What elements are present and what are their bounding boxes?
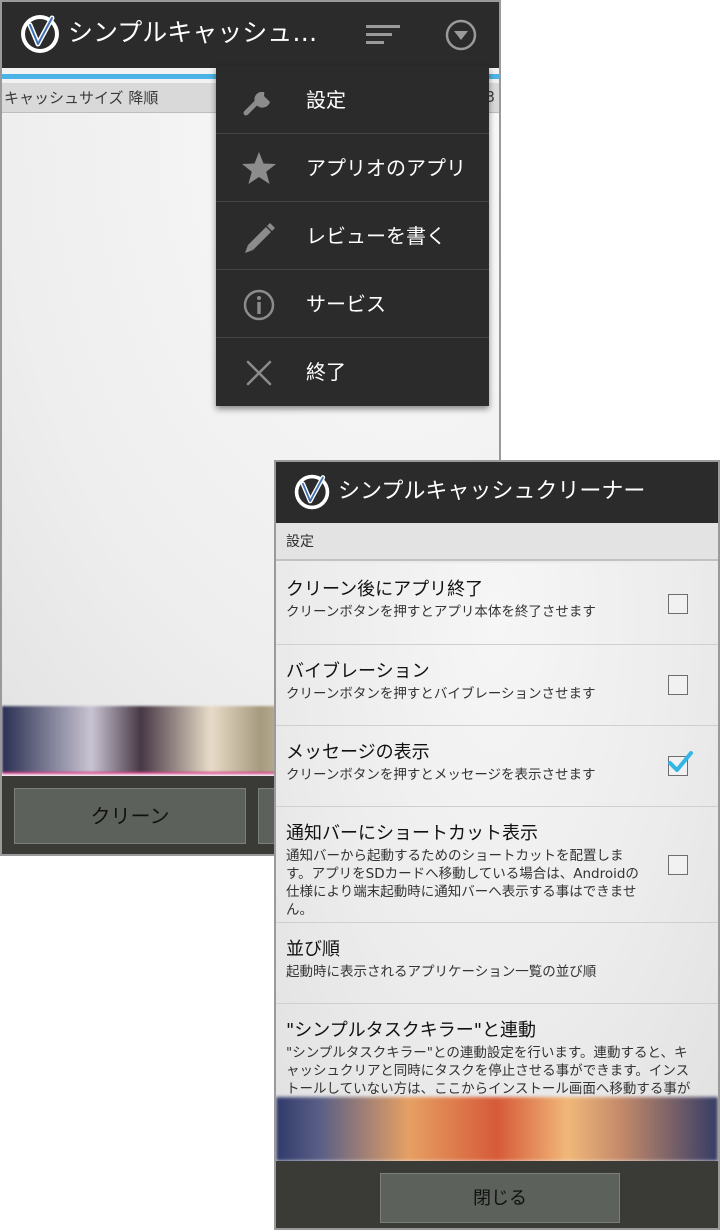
- pref-title: クリーン後にアプリ終了: [286, 579, 484, 600]
- screenshot-canvas: シンプルキャッシュク... キャッシュサイズ 降順 3 クリーン 設定 アプリオ…: [0, 0, 720, 1230]
- pref-title: 通知バーにショートカット表示: [286, 823, 538, 844]
- menu-item-settings[interactable]: 設定: [216, 66, 489, 134]
- pref-show-message[interactable]: メッセージの表示 クリーンボタンを押すとメッセージを表示させます: [276, 726, 718, 807]
- close-button[interactable]: 閉じる: [380, 1173, 620, 1223]
- clean-button[interactable]: クリーン: [14, 788, 246, 844]
- menu-item-exit[interactable]: 終了: [216, 338, 489, 406]
- settings-list: クリーン後にアプリ終了 クリーンボタンを押すとアプリ本体を終了させます バイブレ…: [276, 563, 718, 1097]
- pref-summary: クリーンボタンを押すとメッセージを表示させます: [286, 767, 596, 783]
- close-icon: [246, 360, 272, 386]
- app-logo-icon: [21, 15, 59, 53]
- menu-item-label: 終了: [306, 360, 346, 384]
- info-icon: [243, 289, 275, 321]
- checkmark-icon: [668, 751, 693, 772]
- app-logo-icon: [294, 474, 330, 510]
- pref-summary: 起動時に表示されるアプリケーション一覧の並び順: [286, 964, 597, 980]
- pref-vibration[interactable]: バイブレーション クリーンボタンを押すとバイブレーションさせます: [276, 645, 718, 726]
- section-header: 設定: [276, 523, 718, 561]
- menu-item-apps[interactable]: アプリオのアプリ: [216, 134, 489, 202]
- pref-title: メッセージの表示: [286, 742, 430, 763]
- checkbox[interactable]: [668, 854, 688, 875]
- menu-item-label: サービス: [306, 292, 386, 316]
- overflow-menu: 設定 アプリオのアプリ レビューを書く サービス 終了: [216, 66, 489, 406]
- pref-summary: クリーンボタンを押すとバイブレーションさせます: [286, 686, 596, 702]
- pref-title: バイブレーション: [286, 661, 430, 682]
- app-title: シンプルキャッシュク...: [68, 18, 338, 47]
- pencil-icon: [245, 223, 275, 253]
- sort-icon[interactable]: [364, 19, 404, 51]
- settings-action-bar: シンプルキャッシュクリーナー: [276, 462, 718, 523]
- pref-title: 並び順: [286, 939, 340, 960]
- pref-summary: 通知バーから起動するためのショートカットを配置します。アプリをSDカードへ移動し…: [286, 848, 639, 918]
- pref-notification-shortcut[interactable]: 通知バーにショートカット表示 通知バーから起動するためのショートカットを配置しま…: [276, 807, 718, 923]
- checkbox[interactable]: [668, 675, 688, 695]
- bottom-bar: 閉じる: [276, 1161, 718, 1228]
- ad-banner[interactable]: [276, 1097, 718, 1161]
- star-icon: [242, 152, 276, 184]
- wrench-icon: [243, 92, 270, 116]
- pref-exit-after-clean[interactable]: クリーン後にアプリ終了 クリーンボタンを押すとアプリ本体を終了させます: [276, 563, 718, 645]
- menu-item-label: アプリオのアプリ: [306, 156, 466, 180]
- menu-item-label: レビューを書く: [306, 224, 446, 248]
- settings-title: シンプルキャッシュクリーナー: [338, 479, 646, 504]
- settings-screen: シンプルキャッシュクリーナー 設定 クリーン後にアプリ終了 クリーンボタンを押す…: [274, 460, 720, 1230]
- pref-title: "シンプルタスクキラー"と連動: [286, 1020, 537, 1041]
- menu-item-review[interactable]: レビューを書く: [216, 202, 489, 270]
- action-bar: シンプルキャッシュク...: [2, 2, 499, 68]
- pref-summary: クリーンボタンを押すとアプリ本体を終了させます: [286, 604, 596, 620]
- menu-item-service[interactable]: サービス: [216, 270, 489, 338]
- pref-sort-order[interactable]: 並び順 起動時に表示されるアプリケーション一覧の並び順: [276, 923, 718, 1004]
- checkbox-checked[interactable]: [668, 751, 693, 776]
- chevron-down-icon[interactable]: [444, 18, 478, 52]
- menu-item-label: 設定: [306, 88, 346, 112]
- pref-summary: "シンプルタスクキラー"との連動設定を行います。連動すると、キャッシュクリアと同…: [286, 1045, 691, 1097]
- checkbox[interactable]: [668, 593, 688, 614]
- pref-task-killer-link[interactable]: "シンプルタスクキラー"と連動 "シンプルタスクキラー"との連動設定を行います。…: [276, 1004, 718, 1097]
